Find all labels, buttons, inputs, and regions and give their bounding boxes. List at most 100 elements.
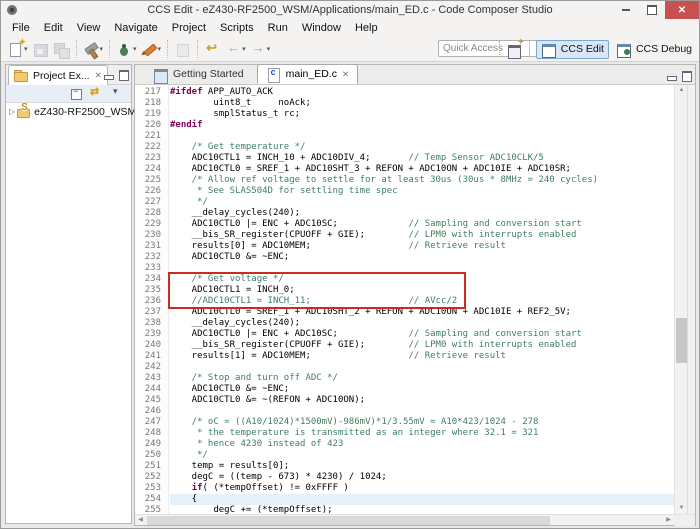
code-line[interactable]: ADC10CTL0 &= ~ENC; [170, 252, 674, 263]
link-with-editor-button[interactable] [87, 85, 108, 102]
line-number[interactable]: 247 [135, 417, 168, 428]
line-number[interactable]: 230 [135, 230, 168, 241]
code-line[interactable]: ADC10CTL0 |= ENC + ADC10SC; // Sampling … [170, 329, 674, 340]
line-number[interactable]: 231 [135, 241, 168, 252]
code-line[interactable]: /* Get voltage */ [170, 274, 674, 285]
scroll-right-icon[interactable]: ▶ [663, 515, 674, 526]
dropdown-arrow-icon[interactable]: ▾ [242, 45, 246, 53]
menu-view[interactable]: View [70, 20, 108, 36]
menu-navigate[interactable]: Navigate [107, 20, 164, 36]
code-line[interactable]: ADC10CTL1 = INCH_10 + ADC10DIV_4; // Tem… [170, 153, 674, 164]
line-number[interactable]: 240 [135, 340, 168, 351]
collapse-all-button[interactable] [66, 86, 87, 102]
vertical-scroll-thumb[interactable] [676, 318, 687, 363]
code-line[interactable]: __delay_cycles(240); [170, 208, 674, 219]
line-number[interactable]: 227 [135, 197, 168, 208]
project-explorer-tab[interactable]: Project Ex... ✕ [8, 65, 108, 85]
new-button[interactable]: ▾ [5, 37, 30, 60]
maximize-button[interactable] [639, 1, 665, 19]
code-line[interactable]: results[1] = ADC10MEM; // Retrieve resul… [170, 351, 674, 362]
tree-item-project[interactable]: ▷eZ430-RF2500_WSM [6, 102, 136, 120]
code-line[interactable]: degC = ((temp - 673) * 4230) / 1024; [170, 472, 674, 483]
back-button[interactable]: ▾ [223, 39, 248, 60]
code-line[interactable] [170, 362, 674, 373]
line-number[interactable]: 254 [135, 494, 168, 505]
dropdown-arrow-icon[interactable]: ▾ [100, 45, 104, 53]
code-line[interactable]: */ [170, 450, 674, 461]
code-line[interactable]: smplStatus_t rc; [170, 109, 674, 120]
code-line[interactable]: */ [170, 197, 674, 208]
line-number[interactable]: 234 [135, 274, 168, 285]
line-number[interactable]: 226 [135, 186, 168, 197]
editor-tab-main-ed-c[interactable]: main_ED.c ✕ [256, 64, 359, 84]
close-button[interactable]: ✕ [665, 1, 699, 19]
code-line[interactable]: __bis_SR_register(CPUOFF + GIE); // LPM0… [170, 230, 674, 241]
code-pane[interactable]: #ifdef APP_AUTO_ACK uint8_t noAck; smplS… [170, 85, 674, 514]
code-line[interactable]: ADC10CTL0 &= ~(REFON + ADC10ON); [170, 395, 674, 406]
code-line[interactable]: uint8_t noAck; [170, 98, 674, 109]
panel-maximize-icon[interactable] [117, 68, 129, 81]
line-number[interactable]: 236 [135, 296, 168, 307]
line-number[interactable]: 222 [135, 142, 168, 153]
line-number-ruler[interactable]: 217 218 219 220 221 222 223 224 225 226 227 228 229 2… [135, 85, 169, 514]
minimize-button[interactable] [613, 1, 639, 19]
menu-window[interactable]: Window [295, 20, 348, 36]
editor-tab-getting-started[interactable]: Getting Started [145, 64, 255, 84]
menu-project[interactable]: Project [165, 20, 213, 36]
line-number[interactable]: 248 [135, 428, 168, 439]
code-line[interactable]: ADC10CTL0 = SREF_1 + ADC10SHT_2 + REFON … [170, 307, 674, 318]
line-number[interactable]: 220 [135, 120, 168, 131]
panel-minimize-icon[interactable] [102, 68, 114, 80]
line-number[interactable]: 239 [135, 329, 168, 340]
code-line[interactable]: temp = results[0]; [170, 461, 674, 472]
vertical-scrollbar[interactable]: ▲ ▼ [674, 85, 687, 514]
dropdown-arrow-icon[interactable]: ▾ [158, 45, 162, 53]
code-line[interactable]: //ADC10CTL1 = INCH_11; // AVcc/2 [170, 296, 674, 307]
line-number[interactable]: 238 [135, 318, 168, 329]
code-line[interactable]: { [170, 494, 674, 505]
last-edit-location-button[interactable] [202, 39, 223, 60]
code-line[interactable]: * hence 4230 instead of 423 [170, 439, 674, 450]
scroll-left-icon[interactable]: ◀ [135, 515, 146, 526]
perspective-ccs-debug[interactable]: CCS Debug [611, 40, 697, 59]
horizontal-scrollbar[interactable]: ◀ ▶ [135, 514, 695, 526]
line-number[interactable]: 253 [135, 483, 168, 494]
code-line[interactable] [170, 263, 674, 274]
dropdown-arrow-icon[interactable]: ▾ [133, 45, 137, 53]
line-number[interactable]: 255 [135, 505, 168, 514]
code-line[interactable]: degC += (*tempOffset); [170, 505, 674, 514]
code-line[interactable]: * the temperature is transmitted as an i… [170, 428, 674, 439]
line-number[interactable]: 249 [135, 439, 168, 450]
tab-close-icon[interactable]: ✕ [341, 69, 350, 80]
line-number[interactable]: 224 [135, 164, 168, 175]
code-line[interactable]: ADC10CTL0 |= ENC + ADC10SC; // Sampling … [170, 219, 674, 230]
line-number[interactable]: 251 [135, 461, 168, 472]
code-line[interactable]: /* Get temperature */ [170, 142, 674, 153]
line-number[interactable]: 217 [135, 87, 168, 98]
code-line[interactable]: #ifdef APP_AUTO_ACK [170, 87, 674, 98]
line-number[interactable]: 244 [135, 384, 168, 395]
line-number[interactable]: 241 [135, 351, 168, 362]
code-line[interactable]: #endif [170, 120, 674, 131]
code-line[interactable]: ADC10CTL0 = SREF_1 + ADC10SHT_3 + REFON … [170, 164, 674, 175]
line-number[interactable]: 218 [135, 98, 168, 109]
editor-maximize-icon[interactable] [680, 69, 692, 82]
line-number[interactable]: 242 [135, 362, 168, 373]
code-line[interactable]: ADC10CTL0 &= ~ENC; [170, 384, 674, 395]
code-line[interactable]: __bis_SR_register(CPUOFF + GIE); // LPM0… [170, 340, 674, 351]
menu-edit[interactable]: Edit [37, 20, 70, 36]
overview-ruler[interactable] [687, 85, 695, 514]
code-line[interactable]: __delay_cycles(240); [170, 318, 674, 329]
line-number[interactable]: 237 [135, 307, 168, 318]
open-perspective-button[interactable] [504, 37, 525, 60]
dropdown-arrow-icon[interactable]: ▾ [267, 45, 271, 53]
build-button[interactable]: ▾ [81, 39, 106, 60]
line-number[interactable]: 223 [135, 153, 168, 164]
horizontal-scroll-thumb[interactable] [147, 516, 551, 525]
code-line[interactable]: /* Stop and turn off ADC */ [170, 373, 674, 384]
line-number[interactable]: 246 [135, 406, 168, 417]
line-number[interactable]: 245 [135, 395, 168, 406]
line-number[interactable]: 250 [135, 450, 168, 461]
line-number[interactable]: 235 [135, 285, 168, 296]
editor-minimize-icon[interactable] [665, 69, 677, 81]
